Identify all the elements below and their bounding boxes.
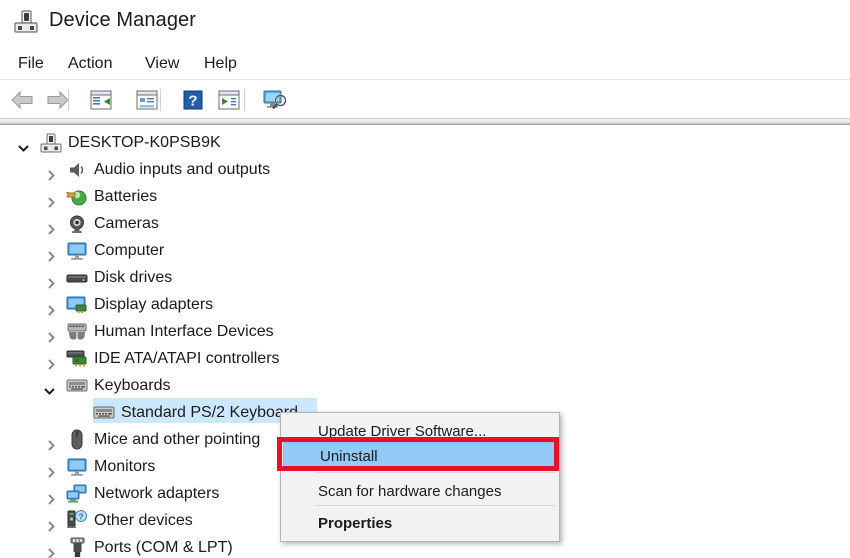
menu-help[interactable]: Help — [200, 54, 241, 74]
context-menu-item-update-driver-software[interactable]: Update Driver Software... — [282, 417, 560, 445]
chevron-down-icon[interactable] — [42, 384, 56, 398]
tree-item-standard-ps2-keyboard[interactable]: Standard PS/2 Keyboard — [0, 400, 298, 426]
tree-item-label: Audio inputs and outputs — [94, 161, 271, 178]
tree-item-label: Mice and other pointing — [94, 431, 261, 448]
tree-item-label: Standard PS/2 Keyboard — [121, 404, 299, 421]
context-menu-separator — [315, 472, 555, 473]
tree-item-label: Cameras — [94, 215, 159, 232]
tree-item-ports-com-and-lpt[interactable]: Ports (COM & LPT) — [0, 535, 233, 558]
device-manager-icon — [13, 10, 39, 34]
tree-item-label: Batteries — [94, 188, 158, 205]
scan-monitor-icon[interactable] — [260, 85, 290, 115]
chevron-right-icon[interactable] — [44, 465, 58, 479]
help-question-icon[interactable]: ? — [178, 85, 208, 115]
toolbar-separator — [244, 89, 245, 111]
monitor-icon — [66, 457, 88, 477]
keyboard-icon — [66, 377, 88, 397]
tree-root-label: DESKTOP-K0PSB9K — [68, 134, 221, 151]
tree-item-disk-drives[interactable]: Disk drives — [0, 265, 172, 291]
menu-action[interactable]: Action — [64, 54, 116, 74]
disk-drive-icon — [66, 268, 88, 288]
tree-item-label: Computer — [94, 242, 165, 259]
keyboard-icon — [93, 404, 115, 424]
tree-item-cameras[interactable]: Cameras — [0, 211, 159, 237]
chevron-right-icon[interactable] — [44, 303, 58, 317]
tree-item-monitors[interactable]: Monitors — [0, 454, 155, 480]
chevron-right-icon[interactable] — [44, 168, 58, 182]
hid-icon — [66, 322, 88, 342]
chevron-right-icon[interactable] — [44, 222, 58, 236]
chevron-right-icon[interactable] — [44, 519, 58, 533]
toolbar-separator — [68, 89, 69, 111]
chevron-right-icon[interactable] — [44, 276, 58, 290]
tree-item-keyboards[interactable]: Keyboards — [0, 373, 171, 399]
port-icon — [68, 537, 90, 557]
tree-item-audio-inputs-and-outputs[interactable]: Audio inputs and outputs — [0, 157, 270, 183]
battery-icon — [66, 187, 88, 207]
menu-view[interactable]: View — [141, 54, 183, 74]
context-menu-item-scan-for-hardware-changes[interactable]: Scan for hardware changes — [282, 477, 560, 505]
chevron-right-icon[interactable] — [44, 195, 58, 209]
tree-item-other-devices[interactable]: ? Other devices — [0, 508, 193, 534]
tree-item-batteries[interactable]: Batteries — [0, 184, 157, 210]
tree-item-display-adapters[interactable]: Display adapters — [0, 292, 213, 318]
tree-item-mice-and-other-pointing-devices[interactable]: Mice and other pointing — [0, 427, 260, 453]
tree-item-label: Keyboards — [94, 377, 171, 394]
tree-item-label: Ports (COM & LPT) — [94, 539, 233, 556]
context-menu-item-properties[interactable]: Properties — [282, 509, 560, 537]
tree-item-label: Display adapters — [94, 296, 214, 313]
back-button[interactable] — [8, 85, 38, 115]
toolbar: ? — [0, 81, 850, 119]
chevron-right-icon[interactable] — [44, 249, 58, 263]
update-driver-icon[interactable] — [214, 85, 244, 115]
context-menu-item-uninstall[interactable]: Uninstall — [283, 442, 558, 470]
chevron-right-icon[interactable] — [44, 357, 58, 371]
computer-device-icon — [40, 133, 62, 153]
chevron-down-icon[interactable] — [16, 141, 30, 155]
chevron-right-icon[interactable] — [44, 546, 58, 558]
network-adapter-icon — [66, 484, 88, 504]
window-title: Device Manager — [49, 9, 197, 31]
tree-item-label: Human Interface Devices — [94, 323, 274, 340]
toolbar-separator — [160, 89, 161, 111]
console-tree-icon[interactable] — [86, 85, 116, 115]
mouse-icon — [68, 429, 90, 450]
tree-item-computer[interactable]: Computer — [0, 238, 164, 264]
tree-item-label: Other devices — [94, 512, 193, 529]
svg-text:?: ? — [78, 512, 83, 522]
monitor-icon — [66, 241, 88, 261]
device-manager-window: Device Manager File Action View Help ? D… — [0, 0, 850, 558]
menu-bar: File Action View Help — [0, 50, 850, 80]
tree-item-label: Network adapters — [94, 485, 220, 502]
ide-controller-icon — [66, 349, 88, 369]
properties-window-icon[interactable] — [132, 85, 162, 115]
chevron-right-icon[interactable] — [44, 438, 58, 452]
display-adapter-icon — [66, 295, 88, 315]
tree-item-label: Disk drives — [94, 269, 173, 286]
menu-file[interactable]: File — [14, 54, 48, 74]
tree-item-human-interface-devices[interactable]: Human Interface Devices — [0, 319, 274, 345]
tree-item-network-adapters[interactable]: Network adapters — [0, 481, 219, 507]
unknown-device-icon: ? — [66, 510, 88, 530]
context-menu[interactable]: Update Driver Software... Uninstall Scan… — [280, 412, 560, 542]
tree-item-label: IDE ATA/ATAPI controllers — [94, 350, 280, 367]
tree-item-label: Monitors — [94, 458, 156, 475]
context-menu-separator — [315, 505, 555, 506]
chevron-right-icon[interactable] — [44, 330, 58, 344]
tree-root-row[interactable]: DESKTOP-K0PSB9K — [0, 130, 221, 156]
title-bar: Device Manager — [0, 0, 850, 44]
tree-item-ide-ata-atapi-controllers[interactable]: IDE ATA/ATAPI controllers — [0, 346, 280, 372]
camera-icon — [66, 214, 88, 234]
speaker-icon — [66, 160, 88, 180]
svg-text:?: ? — [188, 93, 197, 110]
chevron-right-icon[interactable] — [44, 492, 58, 506]
